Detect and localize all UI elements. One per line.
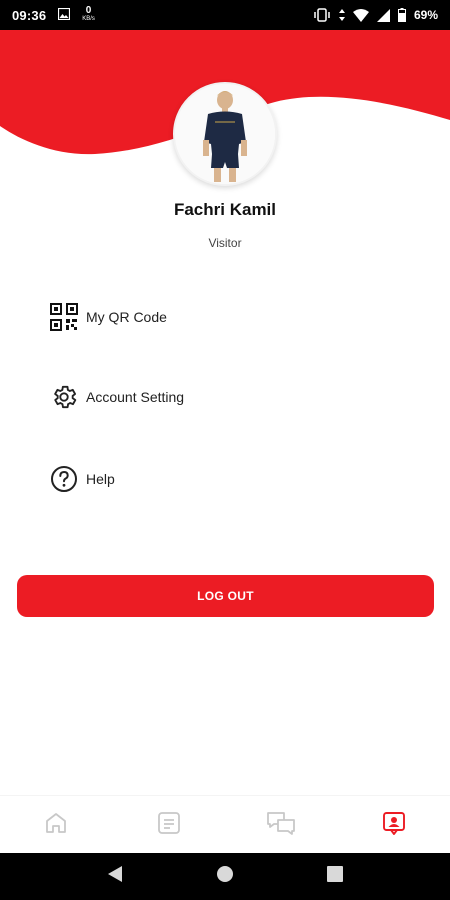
- menu-item-label: Help: [86, 471, 115, 487]
- profile-role: Visitor: [208, 236, 242, 250]
- home-icon: [43, 810, 69, 841]
- profile-name: Fachri Kamil: [173, 200, 277, 219]
- menu-item-label: My QR Code: [86, 309, 167, 325]
- notes-icon: [156, 810, 182, 841]
- profile-icon: [381, 810, 407, 841]
- chat-icon: [266, 810, 296, 841]
- profile-photo: [175, 84, 275, 184]
- status-time: 09:36: [12, 7, 47, 23]
- data-arrows-icon: [338, 9, 345, 21]
- system-recents-button[interactable]: [315, 857, 355, 897]
- battery-percent: 69%: [413, 8, 438, 22]
- system-back-button[interactable]: [95, 857, 135, 897]
- menu-item-account-setting[interactable]: Account Setting: [48, 377, 408, 417]
- qr-code-icon: [48, 301, 80, 333]
- system-home-button[interactable]: [205, 857, 245, 897]
- nav-item-home[interactable]: [26, 800, 86, 850]
- battery-icon: [397, 8, 406, 22]
- status-bar: 09:36 0 KB/s 69%: [0, 0, 450, 30]
- nav-item-notes[interactable]: [139, 800, 199, 850]
- wifi-icon: [352, 8, 369, 22]
- bottom-navigation: [0, 795, 450, 854]
- nav-item-chat[interactable]: [251, 800, 311, 850]
- avatar[interactable]: [173, 82, 277, 186]
- help-icon: [48, 463, 80, 495]
- gear-icon: [48, 381, 80, 413]
- image-icon: [58, 7, 71, 23]
- nav-item-profile[interactable]: [364, 800, 424, 850]
- network-speed: 0 KB/s: [82, 5, 95, 23]
- menu-item-qr-code[interactable]: My QR Code: [48, 297, 408, 337]
- profile-screen: 09:36 0 KB/s 69% Fachri Kamil Visitor My…: [0, 0, 450, 900]
- signal-icon: [376, 8, 390, 22]
- system-navigation-bar: [0, 853, 450, 900]
- menu-item-label: Account Setting: [86, 389, 185, 405]
- logout-button[interactable]: LOG OUT: [17, 575, 434, 617]
- home-circle-icon: [216, 865, 234, 888]
- menu-item-help[interactable]: Help: [48, 459, 408, 499]
- back-icon: [107, 865, 123, 888]
- recents-icon: [327, 866, 343, 887]
- vibrate-icon: [313, 8, 331, 22]
